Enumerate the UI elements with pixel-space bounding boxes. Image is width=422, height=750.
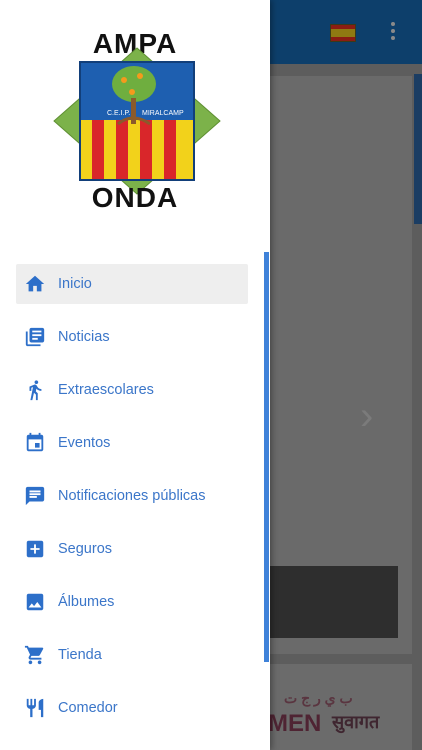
logo-school-text-right: MIRALCAMP	[142, 110, 184, 117]
menu-item-label: Eventos	[58, 435, 111, 451]
welcome-banner-image: ب ي ر ج ت MEN सुवागत	[262, 664, 412, 750]
menu-item-eventos[interactable]: Eventos	[16, 423, 248, 463]
menu-item-label: Noticias	[58, 329, 110, 345]
news-icon	[23, 325, 47, 349]
running-icon	[23, 378, 47, 402]
content-scroll-indicator	[414, 74, 422, 224]
message-icon	[23, 484, 47, 508]
logo-school-text-left: C.E.I.P.	[107, 110, 130, 117]
ampa-logo: AMPA C.E.I.P. MIRALCAMP ONDA	[0, 0, 270, 240]
plus-box-icon	[23, 537, 47, 561]
cutlery-icon	[23, 696, 47, 720]
more-vert-icon[interactable]	[390, 22, 396, 42]
menu-item-notificaciones[interactable]: Notificaciones públicas	[16, 476, 248, 516]
menu-item-label: Seguros	[58, 541, 113, 557]
menu-item-label: Notificaciones públicas	[58, 488, 206, 504]
menu-item-albumes[interactable]: Álbumes	[16, 582, 248, 622]
image-icon	[23, 590, 47, 614]
menu-item-label: Tienda	[58, 647, 102, 663]
drawer-menu: Inicio Noticias Extraescolares Eventos N…	[16, 264, 248, 741]
home-icon	[23, 272, 47, 296]
menu-item-inicio[interactable]: Inicio	[16, 264, 248, 304]
menu-item-extraescolares[interactable]: Extraescolares	[16, 370, 248, 410]
menu-item-label: Extraescolares	[58, 382, 154, 398]
language-flag-icon[interactable]	[330, 24, 356, 42]
menu-item-label: Comedor	[58, 700, 118, 716]
menu-item-seguros[interactable]: Seguros	[16, 529, 248, 569]
navigation-drawer: AMPA C.E.I.P. MIRALCAMP ONDA Inicio Noti…	[0, 0, 270, 750]
chevron-right-icon[interactable]: ›	[360, 396, 384, 436]
menu-item-label: Álbumes	[58, 594, 115, 610]
carousel-caption	[262, 566, 398, 638]
cart-icon	[23, 643, 47, 667]
menu-item-comedor[interactable]: Comedor	[16, 688, 248, 728]
menu-item-tienda[interactable]: Tienda	[16, 635, 248, 675]
drawer-scrollbar[interactable]	[264, 252, 269, 662]
logo-bottom-text: ONDA	[91, 182, 179, 213]
menu-item-label: Inicio	[58, 276, 92, 292]
calendar-icon	[23, 431, 47, 455]
menu-item-noticias[interactable]: Noticias	[16, 317, 248, 357]
